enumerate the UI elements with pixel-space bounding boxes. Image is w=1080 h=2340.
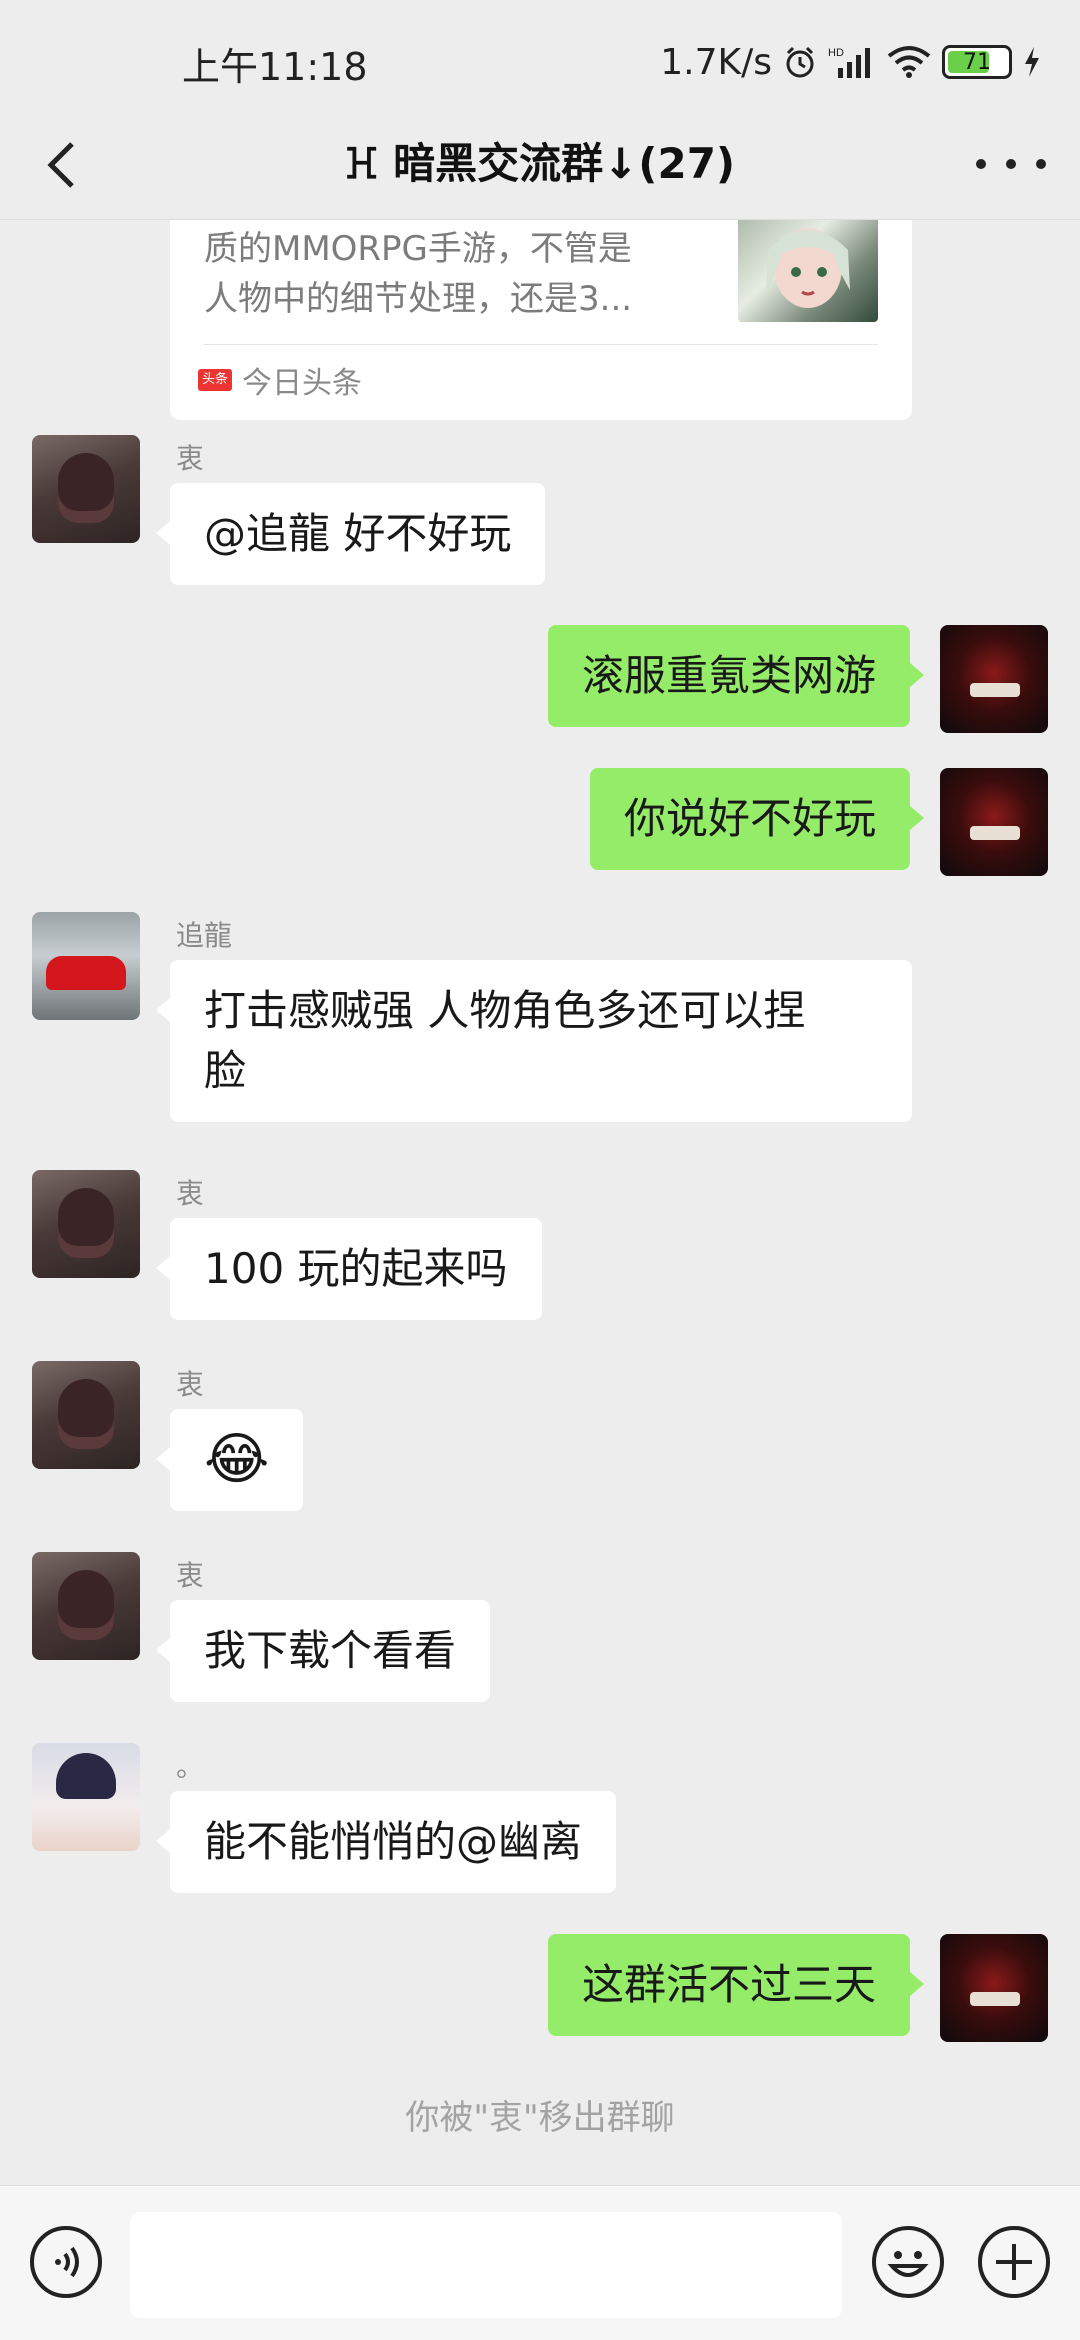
status-icons: 1.7K/s HD 71 xyxy=(660,36,1042,88)
article-thumbnail xyxy=(738,220,878,322)
joker-avatar[interactable] xyxy=(940,625,1048,733)
emoji-icon[interactable] xyxy=(872,2226,944,2298)
article-source: 头条 今日头条 xyxy=(198,358,362,402)
sender-name: 衷 xyxy=(176,1559,205,1592)
message-list[interactable]: 质的MMORPG手游，不管是 人物中的细节处理，还是3... 头条 今日头条 衷… xyxy=(0,220,1080,2185)
voice-icon[interactable] xyxy=(30,2226,102,2298)
battery-icon: 71 xyxy=(942,45,1012,79)
message-bubble[interactable]: 打击感贼强 人物角色多还可以捏 脸 xyxy=(156,960,912,1122)
sender-name: 追龍 xyxy=(176,919,233,952)
hd-signal-icon: HD xyxy=(828,44,876,80)
net-speed: 1.7K/s xyxy=(660,41,772,83)
laughing-tears-emoji[interactable]: 😂 xyxy=(155,1409,304,1511)
article-summary: 质的MMORPG手游，不管是 人物中的细节处理，还是3... xyxy=(204,229,633,319)
status-bar: 上午11:18 1.7K/s HD 71 xyxy=(0,0,1080,120)
message-bubble[interactable]: 100 玩的起来吗 xyxy=(156,1218,542,1320)
message-input[interactable] xyxy=(130,2212,842,2318)
alarm-icon xyxy=(782,44,818,80)
toutiao-logo: 头条 xyxy=(198,369,232,391)
chat-header: ꖾ 暗黑交流群↓(27) xyxy=(0,110,1080,220)
message-bubble[interactable]: 滚服重氪类网游 xyxy=(547,625,925,727)
sender-name: 衷 xyxy=(176,1177,205,1210)
article-source-name: 今日头条 xyxy=(242,366,362,401)
message-bubble[interactable]: @追龍 好不好玩 xyxy=(155,483,546,585)
plus-icon[interactable] xyxy=(978,2226,1050,2298)
message-bubble[interactable]: 这群活不过三天 xyxy=(547,1934,925,2036)
hooded-avatar[interactable] xyxy=(32,1170,140,1278)
message-bubble[interactable]: 我下载个看看 xyxy=(155,1600,491,1702)
more-dots-icon[interactable] xyxy=(976,144,1046,184)
message-bubble[interactable]: 能不能悄悄的@幽离 xyxy=(155,1791,617,1893)
input-bar xyxy=(0,2185,1080,2340)
message-bubble[interactable]: 你说好不好玩 xyxy=(589,768,925,870)
hooded-avatar[interactable] xyxy=(32,435,140,543)
charging-icon xyxy=(1022,45,1042,79)
sender-name: 衷 xyxy=(176,442,205,475)
shared-article-card[interactable]: 质的MMORPG手游，不管是 人物中的细节处理，还是3... 头条 今日头条 xyxy=(170,220,912,420)
card-divider xyxy=(204,344,878,345)
car-avatar[interactable] xyxy=(32,912,140,1020)
hooded-avatar[interactable] xyxy=(32,1361,140,1469)
chat-title: ꖾ 暗黑交流群↓(27) xyxy=(344,139,736,188)
sender-name: 。 xyxy=(176,1750,205,1783)
joker-avatar[interactable] xyxy=(940,1934,1048,2042)
system-notice: 你被"衷"移出群聊 xyxy=(405,2098,675,2138)
sender-name: 衷 xyxy=(176,1368,205,1401)
status-time: 上午11:18 xyxy=(182,45,368,89)
anime-boy-avatar[interactable] xyxy=(32,1743,140,1851)
wifi-icon xyxy=(886,44,932,80)
battery-level: 71 xyxy=(963,49,991,75)
hooded-avatar[interactable] xyxy=(32,1552,140,1660)
svg-text:HD: HD xyxy=(828,47,844,59)
joker-avatar[interactable] xyxy=(940,768,1048,876)
